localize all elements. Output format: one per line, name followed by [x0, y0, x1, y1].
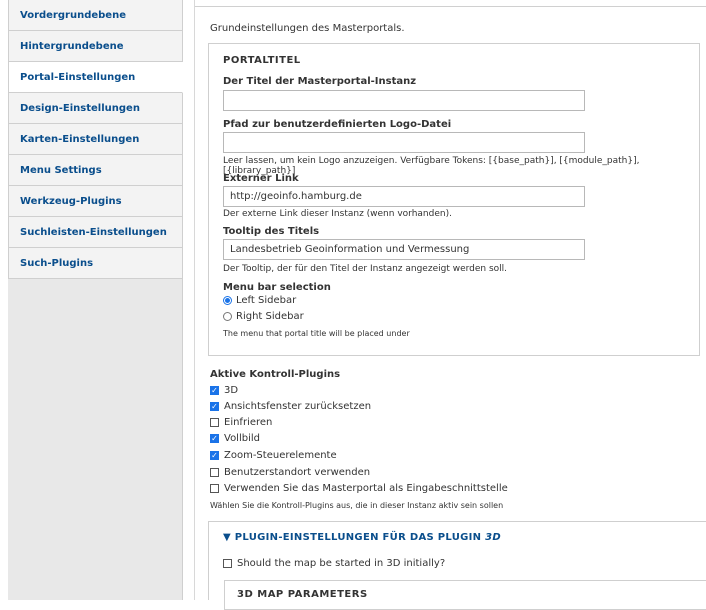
checkbox-label: Zoom-Steuerelemente — [224, 450, 337, 461]
checkbox-label: Benutzerstandort verwenden — [224, 467, 371, 478]
logo-path-input[interactable] — [223, 132, 585, 153]
section-description: Grundeinstellungen des Masterportals. — [210, 23, 405, 34]
radio-label: Right Sidebar — [236, 311, 304, 322]
main-panel: Grundeinstellungen des Masterportals. PO… — [194, 0, 706, 610]
plugin-settings-3d-details: ▼ PLUGIN-EINSTELLUNGEN FÜR DAS PLUGIN 3D… — [208, 521, 706, 610]
external-link-input[interactable] — [223, 186, 585, 207]
tab-vordergrundebene[interactable]: Vordergrundebene — [8, 0, 182, 31]
checkbox-unchecked-icon — [210, 484, 219, 493]
radio-left-sidebar[interactable]: Left Sidebar — [223, 295, 296, 306]
checkbox-unchecked-icon — [210, 418, 219, 427]
checkbox-label: 3D — [224, 385, 239, 396]
checkbox-eingabeschnittstelle[interactable]: Verwenden Sie das Masterportal als Einga… — [210, 483, 508, 494]
checkbox-unchecked-icon — [223, 559, 232, 568]
checkbox-label: Ansichtsfenster zurücksetzen — [224, 401, 372, 412]
tab-portal-einstellungen[interactable]: Portal-Einstellungen — [8, 62, 183, 93]
radio-right-sidebar[interactable]: Right Sidebar — [223, 311, 304, 322]
tab-suchleisten-einstellungen[interactable]: Suchleisten-Einstellungen — [8, 217, 182, 248]
tooltip-input[interactable] — [223, 239, 585, 260]
portaltitel-fieldset: PORTALTITEL Der Titel der Masterportal-I… — [208, 43, 700, 356]
external-link-hint: Der externe Link dieser Instanz (wenn vo… — [223, 209, 452, 219]
checkbox-label: Vollbild — [224, 433, 260, 444]
tab-label: Suchleisten-Einstellungen — [20, 227, 167, 238]
radio-label: Left Sidebar — [236, 295, 297, 306]
checkbox-einfrieren[interactable]: Einfrieren — [210, 417, 272, 428]
tooltip-label: Tooltip des Titels — [223, 226, 320, 237]
radio-unselected-icon — [223, 312, 232, 321]
tab-label: Portal-Einstellungen — [20, 72, 136, 83]
tab-label: Menu Settings — [20, 165, 102, 176]
map-parameters-fieldset: 3D MAP PARAMETERS — [224, 580, 706, 610]
kontroll-plugins-label: Aktive Kontroll-Plugins — [210, 369, 341, 380]
panel-top-border — [195, 0, 706, 7]
checkbox-benutzerstandort[interactable]: Benutzerstandort verwenden — [210, 467, 370, 478]
menubar-hint: The menu that portal title will be place… — [223, 329, 410, 338]
tab-such-plugins[interactable]: Such-Plugins — [8, 248, 182, 279]
kontroll-plugins-hint: Wählen Sie die Kontroll-Plugins aus, die… — [210, 501, 504, 510]
tab-label: Hintergrundebene — [20, 41, 124, 52]
checkbox-3d[interactable]: ✓ 3D — [210, 385, 238, 396]
external-link-label: Externer Link — [223, 173, 299, 184]
map-parameters-legend: 3D MAP PARAMETERS — [237, 589, 368, 600]
checkbox-label: Verwenden Sie das Masterportal als Einga… — [224, 483, 508, 494]
tab-label: Vordergrundebene — [20, 10, 126, 21]
tab-karten-einstellungen[interactable]: Karten-Einstellungen — [8, 124, 182, 155]
fieldset-legend: PORTALTITEL — [223, 55, 301, 66]
logo-label: Pfad zur benutzerdefinierten Logo-Datei — [223, 119, 452, 130]
tab-werkzeug-plugins[interactable]: Werkzeug-Plugins — [8, 186, 182, 217]
checkbox-label: Should the map be started in 3D initiall… — [237, 558, 446, 569]
plugin-settings-summary[interactable]: ▼ PLUGIN-EINSTELLUNGEN FÜR DAS PLUGIN 3D — [223, 532, 501, 543]
tab-label: Such-Plugins — [20, 258, 94, 269]
title-input[interactable] — [223, 90, 585, 111]
tab-hintergrundebene[interactable]: Hintergrundebene — [8, 31, 182, 62]
checkbox-checked-icon: ✓ — [210, 433, 219, 443]
radio-selected-icon — [223, 296, 232, 305]
checkbox-unchecked-icon — [210, 468, 219, 477]
tab-design-einstellungen[interactable]: Design-Einstellungen — [8, 93, 182, 124]
tab-menu-settings[interactable]: Menu Settings — [8, 155, 182, 186]
plugin-name: 3D — [485, 532, 501, 543]
checkbox-vollbild[interactable]: ✓ Vollbild — [210, 433, 260, 444]
tab-label: Design-Einstellungen — [20, 103, 140, 114]
checkbox-start-in-3d[interactable]: Should the map be started in 3D initiall… — [223, 558, 445, 569]
tab-label: Karten-Einstellungen — [20, 134, 140, 145]
vertical-tabs-sidebar: Vordergrundebene Hintergrundebene Portal… — [8, 0, 183, 600]
checkbox-checked-icon: ✓ — [210, 401, 219, 411]
menubar-label: Menu bar selection — [223, 282, 331, 293]
checkbox-zoom[interactable]: ✓ Zoom-Steuerelemente — [210, 450, 337, 461]
tooltip-hint: Der Tooltip, der für den Titel der Insta… — [223, 264, 508, 274]
checkbox-label: Einfrieren — [224, 417, 273, 428]
title-label: Der Titel der Masterportal-Instanz — [223, 76, 417, 87]
tab-label: Werkzeug-Plugins — [20, 196, 122, 207]
checkbox-checked-icon: ✓ — [210, 450, 219, 460]
checkbox-ansichtsfenster[interactable]: ✓ Ansichtsfenster zurücksetzen — [210, 401, 371, 412]
checkbox-checked-icon: ✓ — [210, 385, 219, 395]
plugin-settings-title: ▼ PLUGIN-EINSTELLUNGEN FÜR DAS PLUGIN — [223, 532, 486, 543]
